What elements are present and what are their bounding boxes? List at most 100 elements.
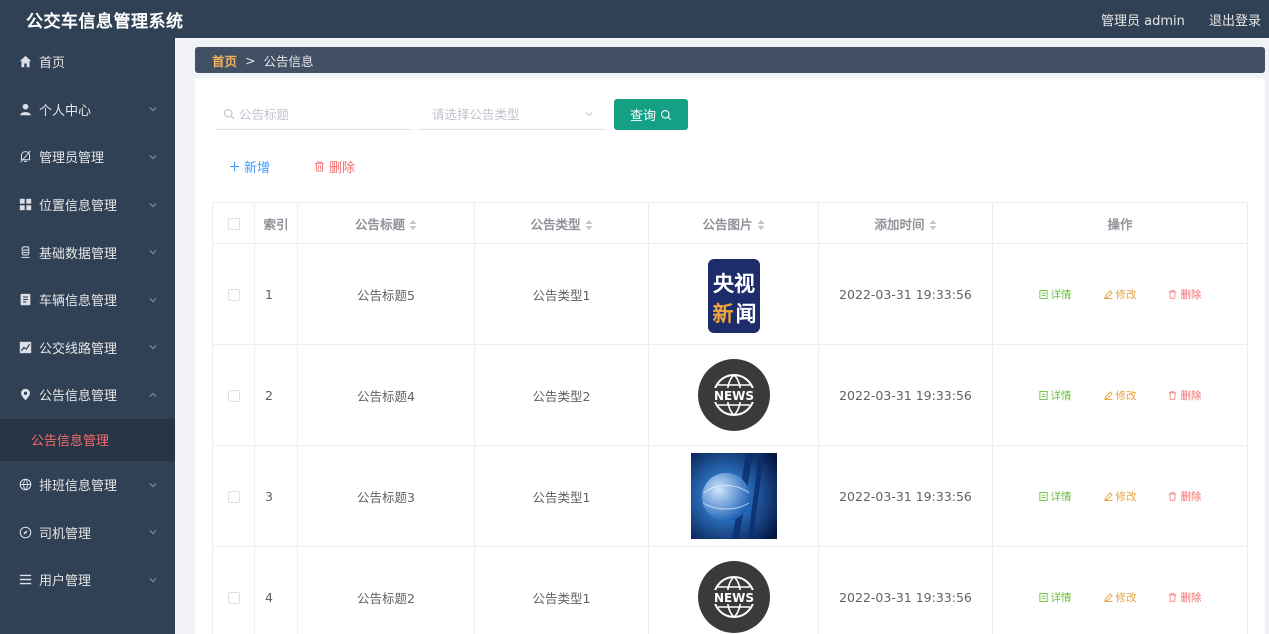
document-icon — [1038, 491, 1048, 501]
row-ops: 详情 修改 删除 — [992, 546, 1248, 634]
sidebar-item-label: 用户管理 — [39, 574, 92, 590]
row-image-cell — [648, 445, 819, 547]
sidebar-item-driver[interactable]: 司机管理 — [0, 508, 175, 556]
detail-button[interactable]: 详情 — [1038, 388, 1072, 403]
query-button[interactable]: 查询 — [614, 99, 688, 130]
edit-icon — [1103, 592, 1113, 602]
sidebar-item-home[interactable]: 首页 — [0, 38, 175, 86]
row-select-cell[interactable] — [212, 546, 255, 634]
chevron-down-icon — [149, 250, 157, 255]
edit-button[interactable]: 修改 — [1103, 287, 1137, 302]
news-globe-badge-image: NEWS — [697, 561, 770, 633]
row-checkbox[interactable] — [227, 390, 240, 402]
search-placeholder: 公告标题 — [239, 107, 290, 122]
delete-label: 删除 — [1180, 591, 1202, 604]
sidebar-item-label: 管理员管理 — [39, 151, 105, 167]
sidebar-subitem-notice-management[interactable]: 公告信息管理 — [0, 418, 175, 461]
row-time: 2022-03-31 19:33:56 — [818, 445, 993, 547]
row-checkbox[interactable] — [227, 289, 240, 301]
chevron-down-icon — [149, 107, 157, 112]
notice-title-search-input[interactable]: 公告标题 — [215, 98, 411, 130]
edit-button[interactable]: 修改 — [1103, 590, 1137, 605]
content-panel: 公告标题 请选择公告类型 查询 新增 删除 索引 公告标题 公告类型 公告图片 … — [195, 78, 1265, 634]
row-title: 公告标题5 — [297, 243, 475, 345]
detail-button[interactable]: 详情 — [1038, 590, 1072, 605]
search-icon — [223, 108, 235, 120]
detail-button[interactable]: 详情 — [1038, 489, 1072, 504]
row-checkbox[interactable] — [227, 491, 240, 503]
delete-label: 删除 — [1180, 490, 1202, 503]
sort-icon[interactable] — [409, 219, 417, 230]
header-ops: 操作 — [992, 202, 1248, 244]
logout-link[interactable]: 退出登录 — [1209, 14, 1261, 29]
header-image[interactable]: 公告图片 — [648, 202, 819, 244]
row-ops: 详情 修改 删除 — [992, 344, 1248, 446]
delete-button[interactable]: 删除 — [1168, 590, 1201, 605]
cctv-news-logo-image: 央视 新 闻 — [707, 259, 760, 333]
table-row: 2 公告标题4 公告类型2 NEWS 2022-03-31 19:33:56 详… — [212, 344, 1248, 446]
sidebar-item-personal-center[interactable]: 个人中心 — [0, 86, 175, 134]
search-icon — [660, 109, 671, 120]
detail-button[interactable]: 详情 — [1038, 287, 1072, 302]
add-button[interactable]: 新增 — [229, 157, 270, 176]
sort-icon[interactable] — [757, 219, 765, 230]
sidebar-item-location[interactable]: 位置信息管理 — [0, 181, 175, 229]
row-ops: 详情 修改 删除 — [992, 243, 1248, 345]
row-checkbox[interactable] — [227, 592, 240, 604]
sidebar-item-users[interactable]: 用户管理 — [0, 556, 175, 604]
row-select-cell[interactable] — [212, 344, 255, 446]
top-bar: 公交车信息管理系统 管理员 admin 退出登录 — [0, 0, 1269, 38]
edit-button[interactable]: 修改 — [1103, 489, 1137, 504]
trash-icon — [1169, 390, 1177, 400]
header-type[interactable]: 公告类型 — [474, 202, 649, 244]
sidebar-item-label: 个人中心 — [39, 103, 92, 119]
select-all-cell[interactable] — [212, 202, 255, 244]
edit-label: 修改 — [1115, 288, 1137, 301]
row-index: 4 — [254, 546, 298, 634]
batch-delete-button[interactable]: 删除 — [314, 157, 355, 176]
sidebar-item-vehicle[interactable]: 车辆信息管理 — [0, 276, 175, 324]
select-all-checkbox[interactable] — [227, 218, 240, 230]
edit-button[interactable]: 修改 — [1103, 388, 1137, 403]
sidebar-item-admin[interactable]: 管理员管理 — [0, 133, 175, 181]
edit-icon — [1103, 289, 1113, 299]
document-icon — [18, 293, 32, 307]
row-type: 公告类型1 — [474, 546, 649, 634]
sidebar-item-bus-route[interactable]: 公交线路管理 — [0, 324, 175, 372]
news-globe-badge-image: NEWS — [697, 359, 770, 431]
sidebar-item-base-data[interactable]: 基础数据管理 — [0, 228, 175, 276]
sidebar-item-schedule[interactable]: 排班信息管理 — [0, 461, 175, 509]
user-area: 管理员 admin 退出登录 — [1081, 10, 1261, 29]
delete-button[interactable]: 删除 — [1168, 388, 1201, 403]
header-title[interactable]: 公告标题 — [297, 202, 475, 244]
sidebar-item-notice[interactable]: 公告信息管理 — [0, 371, 175, 419]
row-index: 3 — [254, 445, 298, 547]
row-select-cell[interactable] — [212, 243, 255, 345]
edit-icon — [1103, 491, 1113, 501]
delete-label: 删除 — [1180, 389, 1202, 402]
sort-icon[interactable] — [929, 219, 937, 230]
sidebar-item-label: 首页 — [39, 56, 66, 72]
detail-label: 详情 — [1050, 591, 1072, 604]
delete-button[interactable]: 删除 — [1168, 287, 1201, 302]
home-icon — [18, 55, 32, 69]
current-user[interactable]: 管理员 admin — [1101, 14, 1185, 29]
document-icon — [1038, 592, 1048, 602]
trash-icon — [1169, 289, 1177, 299]
delete-button[interactable]: 删除 — [1168, 489, 1201, 504]
header-time[interactable]: 添加时间 — [818, 202, 993, 244]
row-index: 2 — [254, 344, 298, 446]
plus-icon — [229, 161, 240, 172]
sidebar-item-label: 公交线路管理 — [39, 341, 118, 357]
header-title-label: 公告标题 — [354, 216, 405, 232]
breadcrumb-current: 公告信息 — [263, 53, 314, 69]
row-select-cell[interactable] — [212, 445, 255, 547]
breadcrumb-home[interactable]: 首页 — [212, 51, 237, 70]
user-icon — [18, 102, 32, 116]
bell-icon — [18, 150, 32, 164]
header-index: 索引 — [254, 202, 298, 244]
chevron-down-icon — [149, 155, 157, 160]
sort-icon[interactable] — [585, 219, 593, 230]
notice-type-select[interactable]: 请选择公告类型 — [419, 98, 605, 130]
row-type: 公告类型1 — [474, 445, 649, 547]
